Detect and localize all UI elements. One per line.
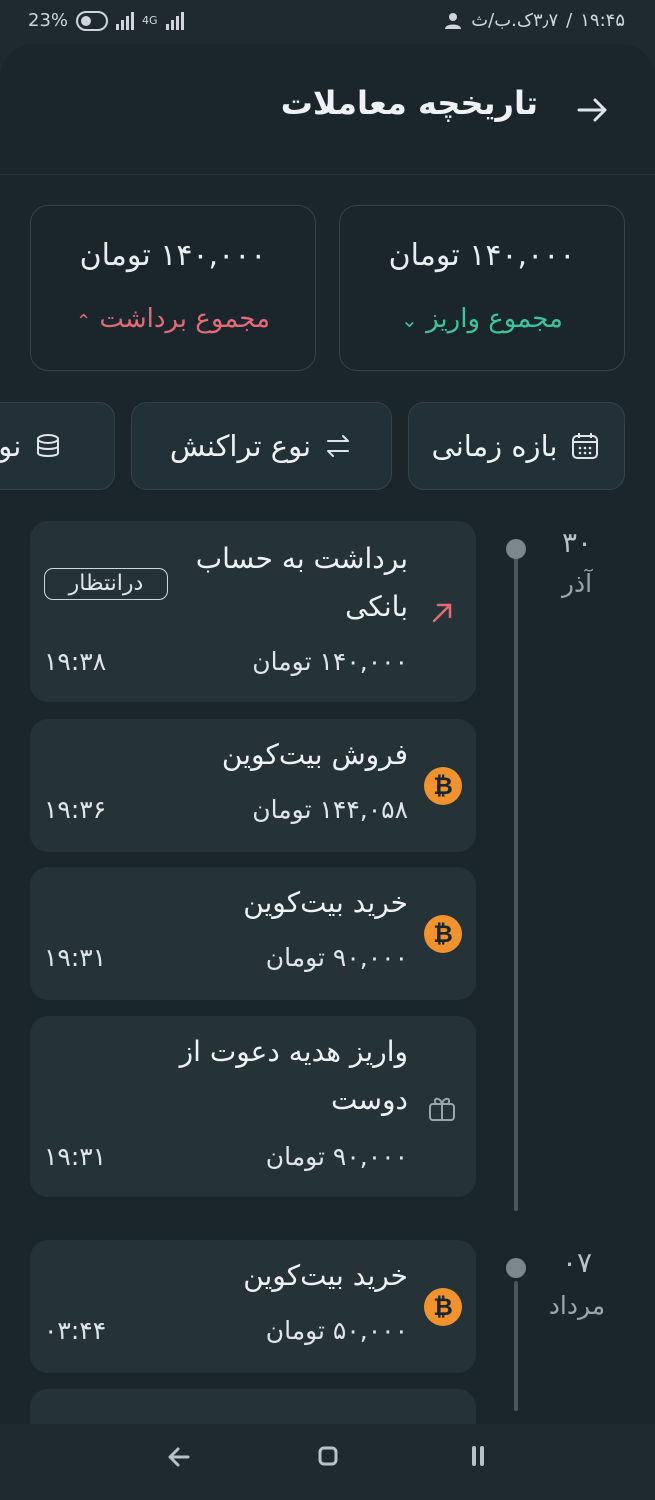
signal-icon — [116, 11, 135, 30]
withdraw-total-amount: ۱۴۰,۰۰۰ تومان — [79, 238, 267, 273]
status-badge: درانتظار — [44, 568, 168, 600]
transaction-card[interactable]: واریز هدیه دعوت از دوست ۹۰,۰۰۰ تومان ۱۹:… — [30, 1016, 476, 1197]
transaction-title: خرید بیت‌کوین — [243, 886, 408, 919]
bitcoin-icon: ₿ — [424, 1288, 462, 1326]
recents-nav-icon[interactable] — [466, 1444, 490, 1468]
transaction-title: واریز هدیه دعوت از دوست — [179, 1035, 408, 1116]
clock: ۱۹:۴۵ — [580, 10, 625, 31]
swap-icon — [327, 435, 350, 457]
user-add-icon — [445, 12, 462, 29]
status-right: ۱۹:۴۵ / ۳٫۷ک.ب/ث — [443, 10, 625, 31]
transaction-amount: ۱۴۴,۰۵۸ تومان — [252, 795, 408, 824]
transaction-title: خرید بیت‌کوین — [243, 1259, 408, 1292]
transaction-title: برداشت به حساب بانکی — [195, 542, 408, 623]
transaction-amount: ۹۰,۰۰۰ تومان — [265, 1142, 408, 1171]
chevrons-up-icon: ⌃ — [75, 311, 92, 332]
signal-icon-2 — [165, 11, 184, 30]
back-nav-icon[interactable] — [166, 1444, 192, 1470]
network-type: 4G — [142, 14, 158, 27]
bitcoin-icon: ₿ — [424, 915, 462, 953]
filter-asset-type[interactable]: نوع — [0, 402, 115, 490]
withdraw-total-label: مجموع برداشت ⌃ — [75, 304, 270, 334]
withdraw-summary-card: ۱۴۰,۰۰۰ تومان مجموع برداشت ⌃ — [30, 205, 316, 371]
battery-level: 23% — [28, 10, 69, 31]
filter-asset-type-label: نوع — [0, 429, 22, 463]
arrow-up-right-icon — [432, 603, 452, 623]
arrow-right-icon[interactable] — [573, 90, 613, 130]
page-title: تاریخچه معاملات — [280, 84, 538, 122]
status-left: 23% 4G — [28, 10, 184, 31]
timeline-line — [514, 1281, 518, 1411]
home-nav-icon[interactable] — [316, 1444, 340, 1468]
group-month: مرداد — [548, 1291, 606, 1320]
transaction-time: ۱۹:۳۸ — [44, 647, 107, 676]
chevrons-down-icon: ⌄ — [401, 308, 418, 332]
transaction-amount: ۵۰,۰۰۰ تومان — [265, 1316, 408, 1345]
transaction-card[interactable]: خرید بیت‌کوین ₿ ۹۰,۰۰۰ تومان ۱۹:۳۱ — [30, 867, 476, 1000]
timeline-line — [514, 556, 518, 1211]
net-speed: ۳٫۷ک.ب/ث — [471, 10, 559, 31]
calendar-icon — [572, 433, 599, 459]
filter-date-range[interactable]: بازه زمانی — [408, 402, 625, 490]
transaction-card[interactable]: فروش بیت‌کوین ₿ ۱۴۴,۰۵۸ تومان ۱۹:۳۶ — [30, 719, 476, 852]
bitcoin-icon: ₿ — [424, 767, 462, 805]
system-nav-bar — [0, 1424, 655, 1500]
transaction-card[interactable]: برداشت به حساب بانکی درانتظار ۱۴۰,۰۰۰ تو… — [30, 521, 476, 702]
transaction-time: ۰۳:۴۴ — [44, 1316, 107, 1345]
transaction-time: ۱۹:۳۱ — [44, 1142, 107, 1171]
header: تاریخچه معاملات — [0, 44, 655, 175]
filter-date-range-label: بازه زمانی — [431, 429, 558, 463]
transaction-amount: ۱۴۰,۰۰۰ تومان — [252, 647, 408, 676]
database-icon — [37, 434, 60, 457]
transaction-time: ۱۹:۳۱ — [44, 943, 107, 972]
battery-icon — [76, 10, 109, 31]
transaction-card[interactable] — [30, 1389, 476, 1424]
filter-transaction-type[interactable]: نوع تراکنش — [131, 402, 392, 490]
transaction-time: ۱۹:۳۶ — [44, 795, 107, 824]
group-month: آذر — [561, 569, 593, 598]
group-day: ۳۰ — [561, 526, 593, 559]
transaction-title: فروش بیت‌کوین — [221, 738, 408, 771]
transaction-history-sheet: تاریخچه معاملات ۱۴۰,۰۰۰ تومان مجموع واری… — [0, 44, 655, 1424]
status-bar: 23% 4G ۱۹:۴۵ / ۳٫۷ک.ب/ث — [0, 0, 655, 44]
transaction-card[interactable]: خرید بیت‌کوین ₿ ۵۰,۰۰۰ تومان ۰۳:۴۴ — [30, 1240, 476, 1373]
deposit-total-label: مجموع واریز ⌄ — [401, 304, 563, 334]
filter-transaction-type-label: نوع تراکنش — [169, 429, 312, 463]
deposit-summary-card: ۱۴۰,۰۰۰ تومان مجموع واریز ⌄ — [339, 205, 625, 371]
gift-icon — [429, 1097, 455, 1121]
deposit-total-amount: ۱۴۰,۰۰۰ تومان — [388, 238, 576, 273]
group-day: ۰۷ — [561, 1246, 593, 1279]
transaction-amount: ۹۰,۰۰۰ تومان — [265, 943, 408, 972]
